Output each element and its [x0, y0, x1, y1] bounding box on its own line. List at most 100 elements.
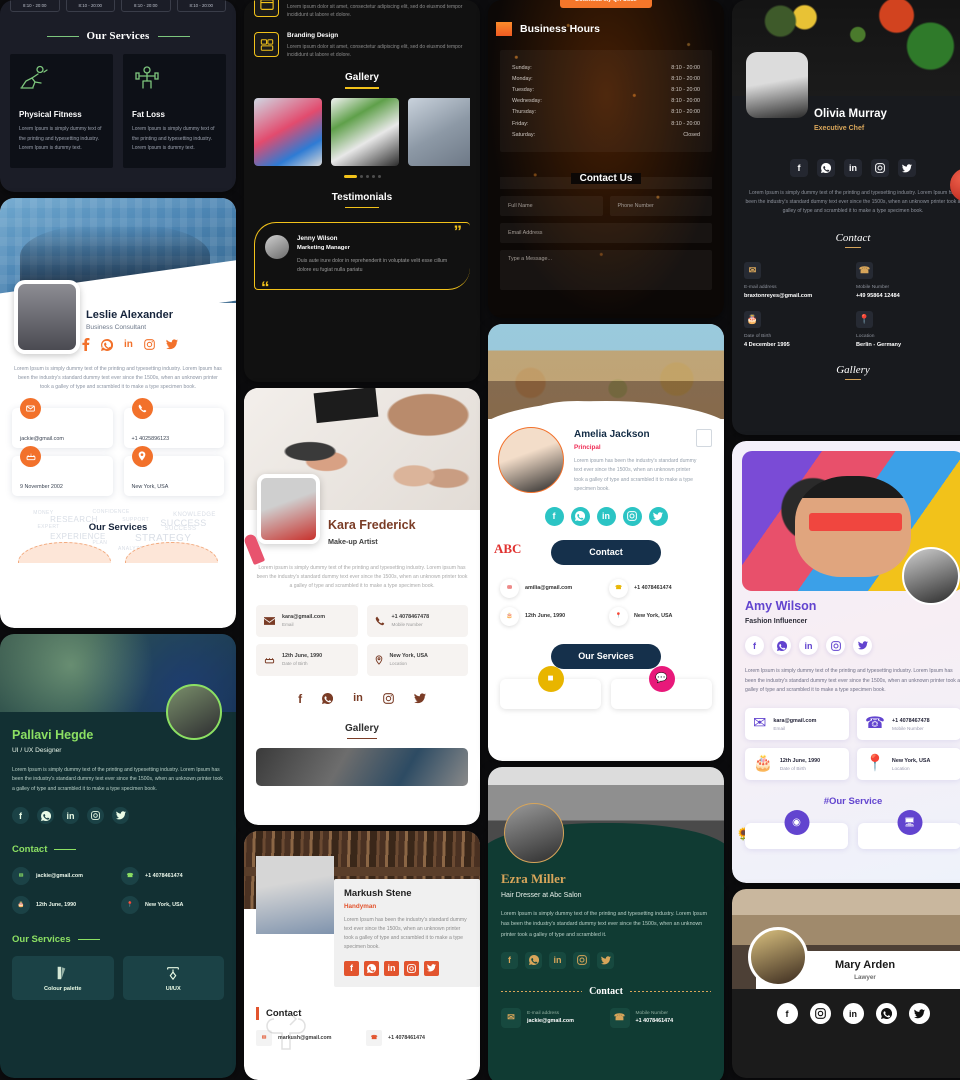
contact-item-location[interactable]: 📍 New York, USA [609, 606, 712, 626]
whatsapp-icon[interactable] [875, 1003, 897, 1024]
contact-item-birthday[interactable]: 🎂 Date of Birth 4 December 1995 [744, 310, 850, 348]
contact-item-email[interactable]: jackie@gmail.com [12, 397, 113, 448]
carousel-dot[interactable] [359, 174, 363, 178]
card-business-hours[interactable]: Download My QR Code Business Hours Sunda… [488, 0, 724, 318]
contact-item-location[interactable]: New York, USA Location [366, 643, 468, 676]
contact-item-birthday[interactable]: 🎂 12th June, 1990 [12, 896, 115, 915]
instagram-icon[interactable] [622, 506, 642, 526]
instagram-icon[interactable] [144, 339, 155, 350]
service-card-physical-fitness[interactable]: Physical Fitness Lorem Ipsum is simply d… [10, 54, 113, 168]
linkedin-icon[interactable]: in [844, 159, 862, 177]
service-card-colour-palette[interactable]: Colour palette [12, 956, 114, 1001]
contact-item-email[interactable]: ✉ amilia@gmail.com [500, 578, 603, 598]
contact-item-location[interactable]: 📍 New York, USA [121, 896, 224, 915]
linkedin-icon[interactable]: in [842, 1003, 864, 1024]
twitter-icon[interactable] [908, 1003, 930, 1024]
carousel-dot-active[interactable] [343, 174, 357, 178]
social-links[interactable]: f in [501, 951, 711, 969]
contact-item-location[interactable]: 📍 New York, USA Location [857, 748, 960, 781]
linkedin-icon[interactable]: in [124, 339, 133, 350]
contact-form[interactable]: Full Name Phone Number Email Address Typ… [500, 196, 712, 291]
contact-item-email[interactable]: ✉ jackie@gmail.com [12, 867, 115, 886]
facebook-icon[interactable]: f [298, 693, 302, 705]
contact-item-birthday[interactable]: 🎂 12th June, 1990 [500, 606, 603, 626]
card-pallavi-hegde[interactable]: Pallavi Hegde UI / UX Designer Lorem Ips… [0, 634, 236, 1078]
contact-item-location[interactable]: 📍 Location Berlin - Germany [856, 310, 960, 348]
facebook-icon[interactable]: f [776, 1003, 798, 1024]
whatsapp-icon[interactable] [101, 338, 113, 351]
service-card-2[interactable]: 💬 [611, 665, 712, 709]
instagram-icon[interactable] [871, 159, 889, 177]
card-ezra-miller[interactable]: Ezra Miller Hair Dresser at Abc Salon Lo… [488, 767, 724, 1080]
email-address-input[interactable]: Email Address [500, 223, 712, 244]
facebook-icon[interactable] [82, 338, 90, 351]
service-bubble[interactable]: 💼 [125, 541, 218, 563]
contact-item-email[interactable]: ✉ E-mail address jackie@gmail.com [501, 1007, 603, 1028]
download-qr-button[interactable]: Download My QR Code [560, 0, 652, 8]
gallery-strip[interactable] [254, 97, 470, 166]
contact-item-phone[interactable]: ☎ +1 4078467478 Mobile Number [857, 708, 960, 741]
facebook-icon[interactable]: f [12, 807, 29, 825]
twitter-icon[interactable] [112, 807, 129, 825]
contact-item-email[interactable]: ✉ kara@gmail.com Email [745, 708, 849, 741]
service-bubble[interactable]: 📢 [18, 541, 111, 563]
our-services-button[interactable]: Our Services [551, 643, 661, 669]
whatsapp-icon[interactable] [37, 807, 54, 825]
social-links[interactable]: f in [256, 693, 468, 705]
service-card-1[interactable]: ■ [500, 665, 601, 709]
linkedin-icon[interactable]: in [799, 636, 818, 655]
contact-item-phone[interactable]: ☎ +1 4078461474 [121, 867, 224, 886]
whatsapp-icon[interactable] [322, 693, 334, 705]
twitter-icon[interactable] [648, 506, 668, 526]
service-card-2[interactable]: 🖥 [858, 810, 960, 850]
card-agency-yellow[interactable]: Web DesignLorem ipsum dolor sit amet, co… [244, 0, 480, 382]
card-gym-services[interactable]: 8:10 - 20:00 8:10 - 20:00 8:10 - 20:00 8… [0, 0, 236, 192]
full-name-input[interactable]: Full Name [500, 196, 603, 217]
contact-item-phone[interactable]: ☎ Mobile Number +49 95864 12484 [856, 261, 960, 299]
whatsapp-icon[interactable] [772, 636, 791, 655]
social-links[interactable]: f in [500, 506, 712, 526]
service-card-fat-loss[interactable]: Fat Loss Lorem Ipsum is simply dummy tex… [123, 54, 226, 168]
instagram-icon[interactable] [826, 636, 845, 655]
carousel-dot[interactable] [377, 174, 381, 178]
twitter-icon[interactable] [853, 636, 872, 655]
contact-item-phone[interactable]: ☎ +1 4078461474 [609, 578, 712, 598]
linkedin-icon[interactable]: in [62, 807, 79, 825]
card-amy-wilson[interactable]: Amy Wilson Fashion Influencer f in Lorem… [732, 441, 960, 883]
contact-item-phone[interactable]: ☎ Mobile Number +1 4078461474 [609, 1007, 712, 1028]
service-row-web-design[interactable]: Web DesignLorem ipsum dolor sit amet, co… [254, 0, 470, 19]
contact-item-birthday[interactable]: 12th June, 1990 Date of Birth [256, 643, 358, 676]
carousel-dot[interactable] [371, 174, 375, 178]
linkedin-icon[interactable]: in [596, 506, 616, 526]
card-mary-arden[interactable]: Mary Arden Lawyer f in [732, 889, 960, 1078]
social-links[interactable]: in [82, 338, 224, 351]
facebook-icon[interactable]: f [745, 636, 764, 655]
service-card-uiux[interactable]: UI/UX [122, 956, 224, 1001]
linkedin-icon[interactable]: in [353, 693, 363, 705]
instagram-icon[interactable] [809, 1003, 831, 1024]
contact-item-birthday[interactable]: 9 November 2002 [12, 445, 113, 496]
contact-item-birthday[interactable]: 🎂 12th June, 1990 Date of Birth [745, 748, 849, 781]
service-row-branding-design[interactable]: Branding Design Lorem ipsum dolor sit ame… [254, 32, 470, 59]
carousel-dot[interactable] [365, 174, 369, 178]
contact-item-email[interactable]: ✉ E-mail address braxtonreyes@gmail.com [744, 261, 850, 299]
whatsapp-icon[interactable] [817, 159, 835, 177]
instagram-icon[interactable] [87, 807, 104, 825]
social-links[interactable]: f in [12, 807, 224, 825]
linkedin-icon[interactable]: in [549, 951, 566, 969]
card-amelia-jackson[interactable]: Amelia Jackson Principal Lorem ipsum has… [488, 324, 724, 761]
twitter-icon[interactable] [597, 951, 614, 969]
social-links[interactable]: f in [732, 989, 960, 1036]
message-textarea[interactable]: Type a Message... [500, 250, 712, 291]
twitter-icon[interactable] [898, 159, 916, 177]
phone-number-input[interactable]: Phone Number [609, 196, 712, 217]
contact-item-email[interactable]: kara@gmail.com Email [256, 604, 358, 637]
social-links[interactable]: f in [744, 159, 960, 177]
facebook-icon[interactable]: f [790, 159, 808, 177]
whatsapp-icon[interactable] [570, 506, 590, 526]
whatsapp-icon[interactable] [525, 951, 542, 969]
instagram-icon[interactable] [573, 951, 590, 969]
facebook-icon[interactable]: f [544, 506, 564, 526]
social-links[interactable]: f in [745, 636, 960, 655]
card-kara-frederick[interactable]: Kara Frederick Make-up Artist Lorem ipsu… [244, 388, 480, 825]
